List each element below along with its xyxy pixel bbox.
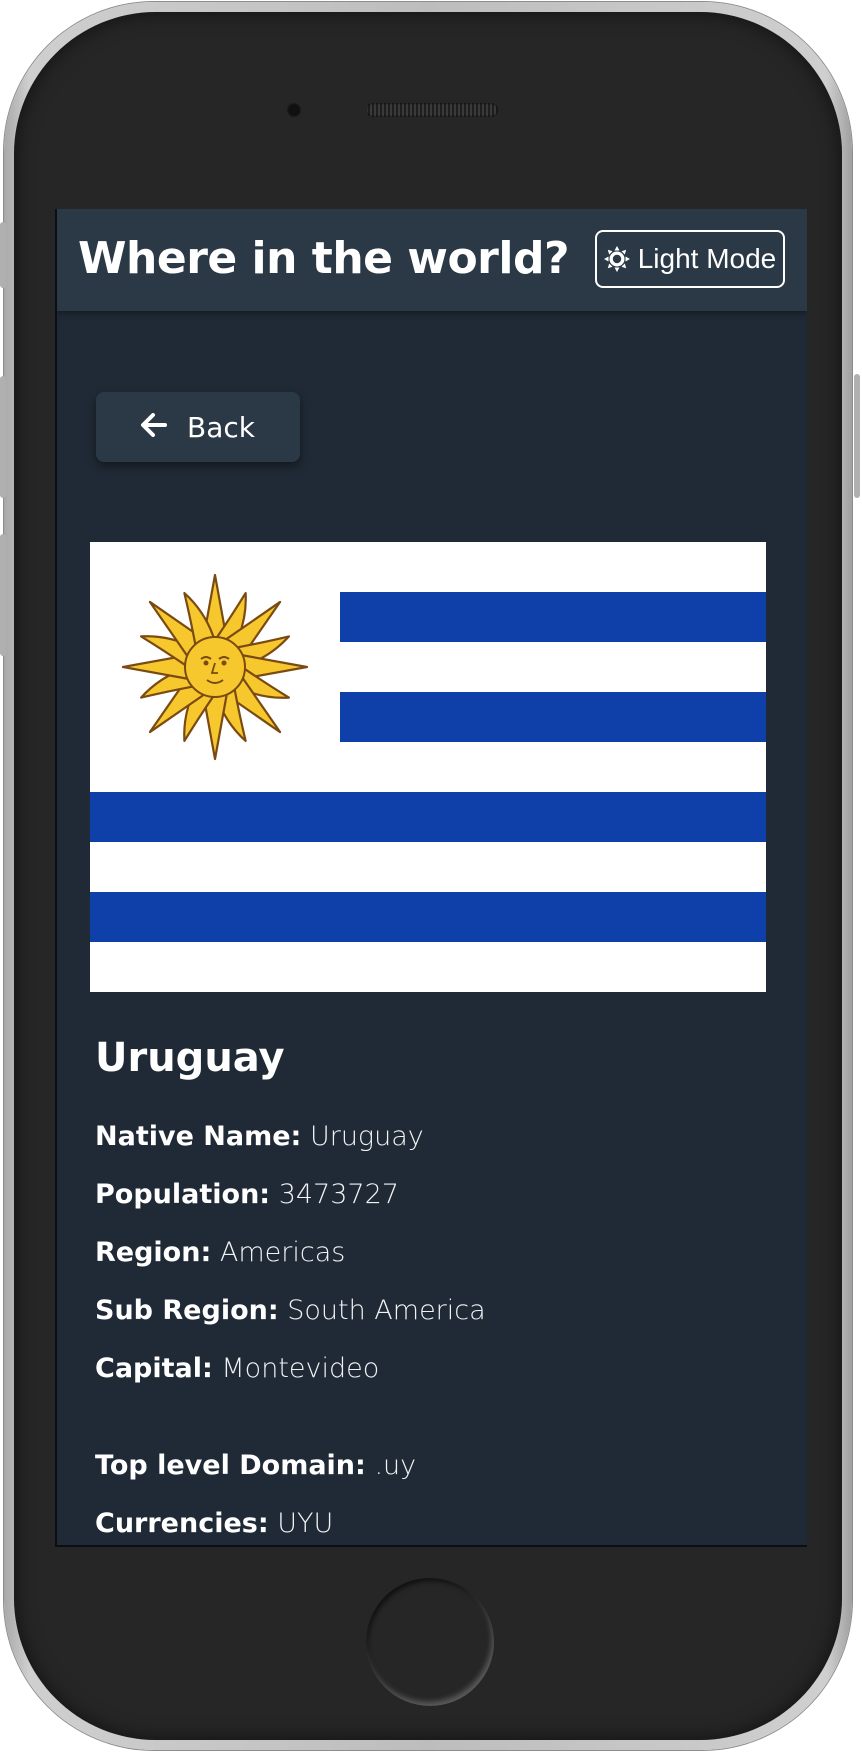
- detail-top-level-domain: Top level Domain: .uy: [95, 1450, 416, 1481]
- detail-label: Top level Domain:: [95, 1450, 366, 1481]
- back-button-label: Back: [187, 410, 255, 444]
- country-flag-image: [90, 542, 766, 992]
- detail-value: .uy: [374, 1450, 417, 1481]
- detail-value: Montevideo: [221, 1353, 380, 1384]
- back-button[interactable]: Back: [96, 392, 300, 462]
- detail-currencies: Currencies: UYU: [95, 1508, 333, 1539]
- detail-label: Currencies:: [95, 1508, 269, 1539]
- phone-camera: [286, 102, 302, 118]
- phone-speaker: [366, 103, 498, 117]
- theme-toggle-label: Light Mode: [637, 243, 777, 274]
- phone-silent-switch: [0, 222, 6, 288]
- app-screen: Where in the world? Light Mode Back Urug…: [55, 209, 807, 1547]
- detail-label: Capital:: [95, 1353, 213, 1384]
- arrow-left-icon: [141, 411, 167, 444]
- detail-population: Population: 3473727: [95, 1179, 399, 1210]
- phone-home-button: [366, 1578, 494, 1706]
- phone-volume-down: [0, 534, 6, 656]
- detail-sub-region: Sub Region: South America: [95, 1295, 486, 1326]
- theme-toggle-button[interactable]: Light Mode: [595, 230, 785, 288]
- detail-value: 3473727: [278, 1179, 399, 1210]
- detail-capital: Capital: Montevideo: [95, 1353, 379, 1384]
- phone-volume-up: [0, 376, 6, 498]
- detail-label: Population:: [95, 1179, 271, 1210]
- detail-native-name: Native Name: Uruguay: [95, 1121, 424, 1152]
- app-title: Where in the world?: [78, 233, 569, 284]
- detail-label: Region:: [95, 1237, 212, 1268]
- phone-power-button: [854, 374, 860, 498]
- detail-value: South America: [287, 1295, 486, 1326]
- detail-region: Region: Americas: [95, 1237, 345, 1268]
- detail-label: Sub Region:: [95, 1295, 279, 1326]
- detail-label: Native Name:: [95, 1121, 302, 1152]
- detail-value: UYU: [277, 1508, 334, 1539]
- country-name: Uruguay: [95, 1035, 285, 1081]
- detail-value: Americas: [219, 1237, 346, 1268]
- app-header: Where in the world? Light Mode: [57, 209, 807, 311]
- sun-icon: [603, 246, 630, 272]
- detail-value: Uruguay: [309, 1121, 424, 1152]
